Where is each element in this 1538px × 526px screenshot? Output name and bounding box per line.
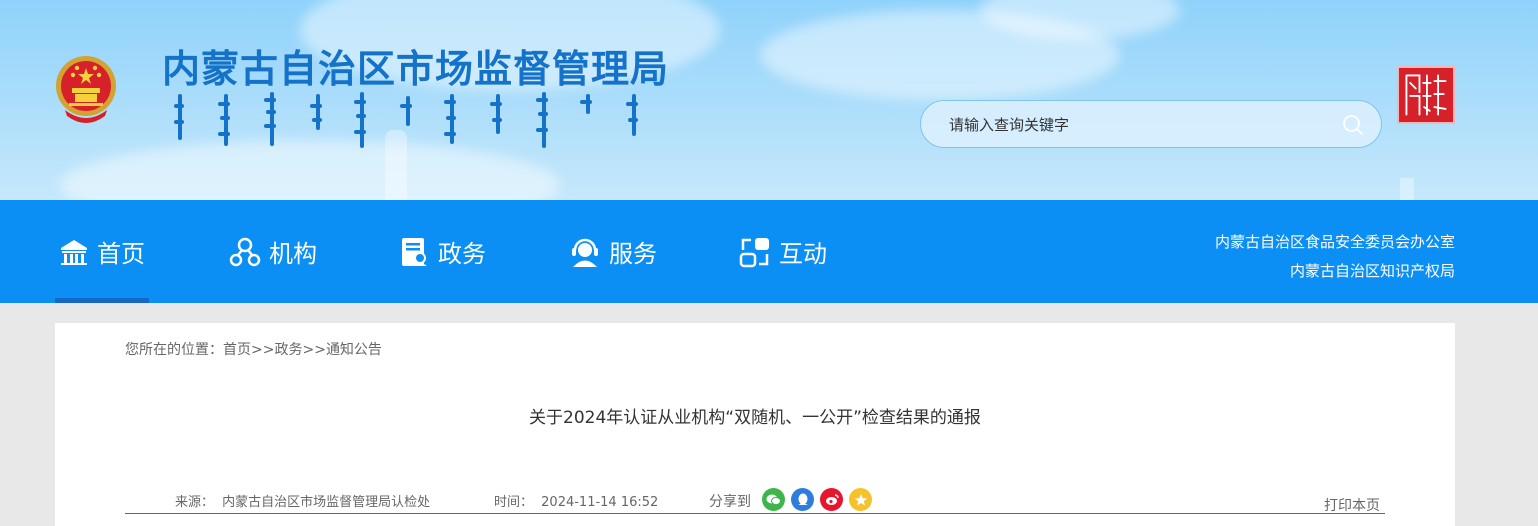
link-ip-bureau[interactable]: 内蒙古自治区知识产权局: [1215, 257, 1455, 286]
nav-item-home[interactable]: 首页: [59, 200, 145, 303]
weibo-icon[interactable]: [820, 488, 843, 511]
breadcrumb-affairs[interactable]: 政务: [274, 342, 302, 358]
breadcrumb-separator: >>: [251, 342, 275, 358]
time-value: 2024-11-14 16:52: [541, 495, 659, 510]
nav-item-label: 服务: [609, 240, 657, 268]
document-icon: [402, 237, 427, 266]
site-title: 内蒙古自治区市场监督管理局: [162, 47, 670, 91]
nav-item-label: 首页: [97, 240, 145, 268]
article-panel: 您所在的位置：首页>>政务>>通知公告 关于2024年认证从业机构“双随机、一公…: [55, 323, 1455, 526]
nav-item-affairs[interactable]: 政务: [400, 200, 486, 303]
source-value: 内蒙古自治区市场监督管理局认检处: [222, 495, 431, 510]
related-links: 内蒙古自治区食品安全委员会办公室 内蒙古自治区知识产权局: [1215, 228, 1455, 286]
interaction-icon: [739, 237, 769, 267]
mongolian-title-logo: [174, 92, 638, 148]
search-box: [920, 100, 1382, 148]
org-icon: [229, 237, 261, 266]
nav-item-org[interactable]: 机构: [229, 200, 317, 303]
nav-item-label: 政务: [438, 240, 486, 268]
nav-item-label: 机构: [269, 240, 317, 268]
search-input[interactable]: [949, 111, 1329, 139]
breadcrumb-separator: >>: [302, 342, 326, 358]
home-icon: [61, 239, 87, 265]
tower-decoration: [1400, 178, 1414, 200]
breadcrumb: 您所在的位置：首页>>政务>>通知公告: [125, 339, 382, 359]
qq-icon[interactable]: [791, 488, 814, 511]
link-food-safety-office[interactable]: 内蒙古自治区食品安全委员会办公室: [1215, 228, 1455, 257]
article-title: 关于2024年认证从业机构“双随机、一公开”检查结果的通报: [529, 408, 981, 428]
meta-divider: [125, 513, 1385, 514]
wechat-icon[interactable]: [762, 488, 785, 511]
breadcrumb-notices[interactable]: 通知公告: [326, 342, 382, 358]
nav-item-service[interactable]: 服务: [569, 200, 657, 303]
article-time: 时间： 2024-11-14 16:52: [494, 491, 658, 510]
print-page-link[interactable]: 打印本页: [1324, 495, 1380, 515]
service-icon: [572, 238, 598, 267]
nav-item-label: 互动: [779, 240, 827, 268]
article-source: 来源： 内蒙古自治区市场监督管理局认检处: [175, 491, 430, 510]
source-label: 来源：: [175, 495, 215, 510]
time-label: 时间：: [494, 495, 534, 510]
share-label: 分享到: [709, 494, 751, 510]
national-emblem-icon: [56, 56, 116, 123]
nav-item-interaction[interactable]: 互动: [739, 200, 827, 303]
breadcrumb-prefix: 您所在的位置：: [125, 342, 223, 358]
qzone-icon[interactable]: [849, 488, 872, 511]
search-icon[interactable]: [1341, 113, 1365, 137]
header-banner: 内蒙古自治区市场监督管理局: [0, 0, 1538, 200]
seal-logo: [1397, 66, 1455, 124]
breadcrumb-home[interactable]: 首页: [223, 342, 251, 358]
active-nav-indicator: [55, 298, 149, 303]
